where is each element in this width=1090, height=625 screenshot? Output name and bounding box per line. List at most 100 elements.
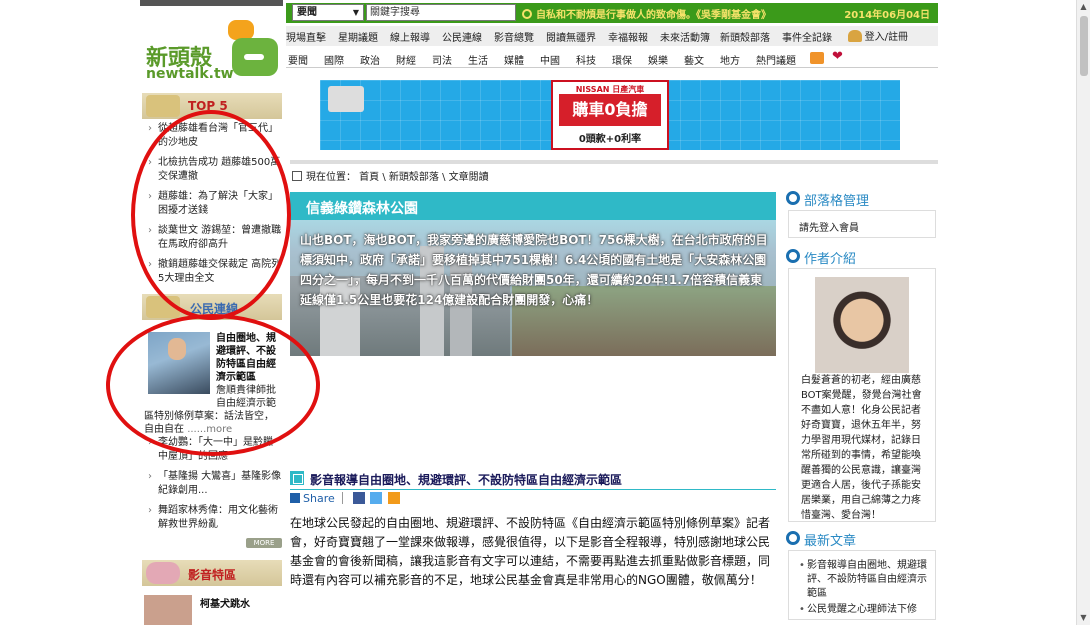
list-item[interactable]: 公民覺醒之心理師法下修 [799,603,931,617]
logo-top-bar [140,0,283,6]
video-thumbnail[interactable] [144,595,192,625]
slogan-text: 自私和不耐煩是行事做人的致命傷。《吳季剛基金會》 [536,10,771,21]
nav-item[interactable]: 新頭殼部落 [720,29,770,44]
banner-card: NISSAN 日產汽車 購車0負擔 0頭款+0利率 [551,80,669,150]
divider [342,492,344,504]
article-title: 影音報導自由圈地、規避環評、不設防特區自由經濟示範區 [310,473,623,487]
login-prompt-link[interactable]: 請先登入會員 [799,219,859,234]
blog-mgmt-title: 部落格管理 [804,194,870,209]
latest-box: 影音報導自由圈地、規避環評、不設防特區自由經濟示範區 公民覺醒之心理師法下修 [788,550,936,620]
plurk-icon[interactable] [387,492,400,504]
vertical-scrollbar[interactable]: ▲ ▼ [1076,0,1090,625]
share-icon[interactable] [290,493,300,503]
nav-item[interactable]: 熱門議題 [756,52,796,67]
rss-icon[interactable] [810,52,824,64]
circle-icon [786,531,800,545]
secondary-nav: 現場直擊 星期議題 線上報導 公民連線 影音總覽 閱讀無疆界 幸福報報 未來活動… [286,26,938,46]
banner-headline: 購車0負擔 [572,100,648,119]
blog-mgmt-box: 請先登入會員 [788,210,936,238]
nav-item[interactable]: 現場直擊 [286,29,326,44]
category-select-value: 要聞 [297,7,317,18]
nav-item[interactable]: 中國 [540,52,560,67]
breadcrumb-text[interactable]: 現在位置： 首頁 \ 新頭殼部落 \ 文章閱讀 [306,172,489,183]
article-body: 在地球公民發起的自由圈地、規避環評、不設防特區《自由經濟示範區特別條例草案》記者… [290,516,771,587]
article-header: 影音報導自由圈地、規避環評、不設防特區自由經濟示範區 [290,468,776,490]
nav-item[interactable]: 政治 [360,52,380,67]
nav-item[interactable]: 影音總覽 [494,29,534,44]
list-item[interactable]: 舞蹈家林秀偉：用文化藝術解救世界紛亂 [146,504,282,532]
circle-icon [786,249,800,263]
hero-caption: 山也BOT，海也BOT，我家旁邊的廣慈博愛院也BOT！756棵大樹，在台北市政府… [300,233,768,307]
search-icon[interactable] [522,9,532,19]
nav-item[interactable]: 司法 [432,52,452,67]
nav-item[interactable]: 財經 [396,52,416,67]
author-title: 作者介紹 [804,252,857,267]
slogan: 自私和不耐煩是行事做人的致命傷。《吳季剛基金會》 [522,6,771,21]
share-label[interactable]: Share [303,492,335,505]
home-icon [292,171,302,181]
logo-bubble-orange [228,20,254,40]
nav-item[interactable]: 地方 [720,52,740,67]
share-bar: Share [290,492,400,508]
top-bar: 要聞 ▼ 關鍵字搜尋 自私和不耐煩是行事做人的致命傷。《吳季剛基金會》 2014年… [286,3,938,23]
nav-item[interactable]: 閱讀無疆界 [546,29,596,44]
list-item[interactable]: 「基隆揚 大鸞喜」基隆影像紀錄創用... [146,470,282,498]
nav-item[interactable]: 娛樂 [648,52,668,67]
category-select[interactable]: 要聞 ▼ [292,4,364,21]
scroll-up-icon[interactable]: ▲ [1077,0,1090,14]
nav-item[interactable]: 線上報導 [390,29,430,44]
circle-icon [786,191,800,205]
divider [290,160,938,164]
video-title: 影音特區 [188,568,237,582]
article-icon [290,471,304,485]
annotation-circle [131,110,291,320]
scrollbar-thumb[interactable] [1080,16,1088,76]
video-icon [146,562,180,584]
scroll-down-icon[interactable]: ▼ [1077,611,1090,625]
nav-item[interactable]: 幸福報報 [608,29,648,44]
latest-header: 最新文章 [786,528,936,550]
login-label: 登入/註冊 [864,32,908,43]
search-input[interactable]: 關鍵字搜尋 [366,4,516,21]
login-link[interactable]: 登入/註冊 [847,28,908,43]
nav-item[interactable]: 星期議題 [338,29,378,44]
nav-item[interactable]: 要聞 [288,52,308,67]
video-header: 影音特區 [142,560,282,586]
hero-title: 信義綠鑽森林公園 [306,201,418,217]
facebook-icon[interactable] [352,492,365,504]
latest-list: 影音報導自由圈地、規避環評、不設防特區自由經濟示範區 公民覺醒之心理師法下修 [799,559,931,619]
more-button[interactable]: MORE [246,538,282,548]
annotation-circle [106,314,320,456]
nav-item[interactable]: 公民連線 [442,29,482,44]
logo-bubble-green [232,38,278,76]
author-description: 白髮蒼蒼的初老，經由廣慈BOT案覺醒，發覺台灣社會不盡如人意！化身公民記者好奇寶… [801,375,922,521]
heart-icon[interactable]: ❤ [832,49,843,64]
site-logo[interactable]: 新頭殼 newtalk.tw [146,16,278,84]
banner-sub: 0頭款+0利率 [578,134,642,145]
author-header: 作者介紹 [786,246,936,268]
author-box: 白髮蒼蒼的初老，經由廣慈BOT案覺醒，發覺台灣社會不盡如人意！化身公民記者好奇寶… [788,268,936,522]
breadcrumb: 現在位置： 首頁 \ 新頭殼部落 \ 文章閱讀 [292,168,489,183]
nav-item[interactable]: 藝文 [684,52,704,67]
nissan-logo-icon [328,86,364,112]
nav-item[interactable]: 未來活動簿 [660,29,710,44]
nav-item[interactable]: 事件全記錄 [782,29,832,44]
list-item[interactable]: 影音報導自由圈地、規避環評、不設防特區自由經濟示範區 [799,559,931,601]
nav-item[interactable]: 科技 [576,52,596,67]
date-display: 2014年06月04日 [844,10,930,21]
author-avatar [815,277,909,373]
chevron-down-icon: ▼ [352,8,359,17]
user-icon [847,30,862,42]
banner-ad[interactable]: NISSAN 日產汽車 購車0負擔 0頭款+0利率 [320,80,900,150]
trophy-icon [146,95,180,117]
logo-subtext: newtalk.tw [146,66,234,82]
video-item-title[interactable]: 柯基犬跳水 [200,595,250,610]
latest-title: 最新文章 [804,534,857,549]
nav-item[interactable]: 媒體 [504,52,524,67]
nav-item[interactable]: 環保 [612,52,632,67]
hero-image: 信義綠鑽森林公園 山也BOT，海也BOT，我家旁邊的廣慈博愛院也BOT！756棵… [290,192,776,356]
blog-mgmt-header: 部落格管理 [786,188,936,210]
twitter-icon[interactable] [370,492,383,504]
nav-item[interactable]: 生活 [468,52,488,67]
nav-item[interactable]: 國際 [324,52,344,67]
